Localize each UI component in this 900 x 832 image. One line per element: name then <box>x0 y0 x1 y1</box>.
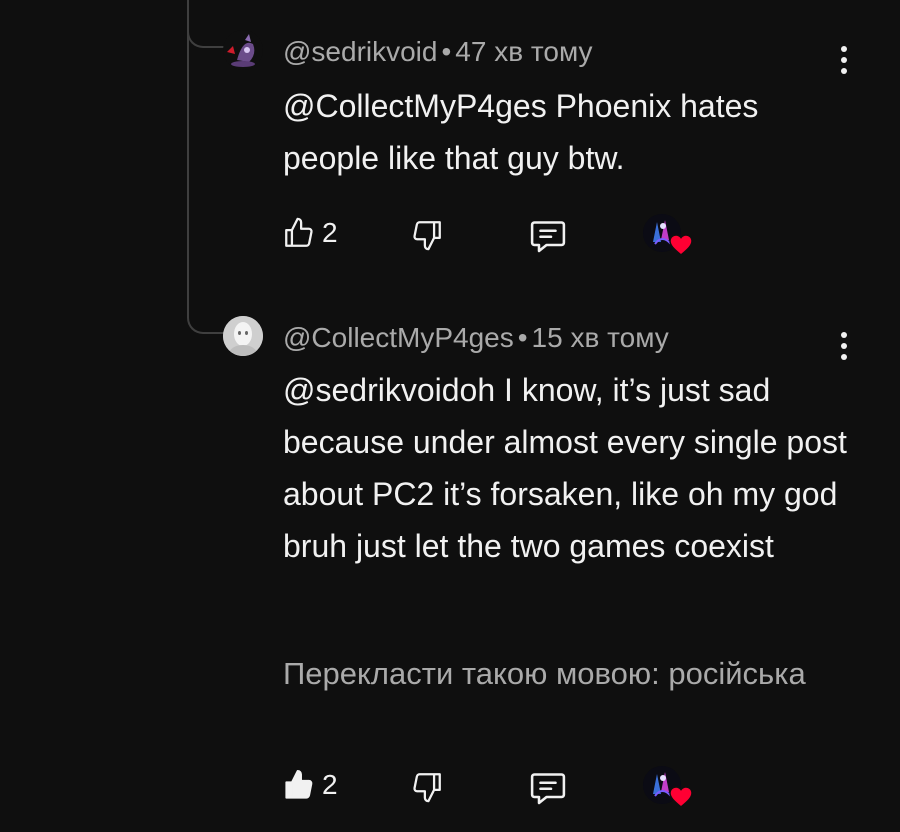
meta-separator: • <box>441 36 452 67</box>
thumb-up-icon <box>285 769 313 799</box>
thread-connector <box>187 316 225 334</box>
avatar[interactable] <box>223 30 263 70</box>
reply-icon <box>530 221 566 253</box>
creator-heart-icon <box>643 214 693 264</box>
translate-link[interactable]: Перекласти такою мовою: російська <box>283 656 893 692</box>
comment-meta: @CollectMyP4ges • 15 хв тому <box>283 322 669 354</box>
like-count: 2 <box>322 769 338 800</box>
meta-separator: • <box>517 322 528 353</box>
thread-connector <box>187 30 225 48</box>
like-count: 2 <box>322 217 338 248</box>
comment-text: @sedrikvoidoh I know, it’s just sad beca… <box>283 372 847 564</box>
creator-heart-icon <box>643 766 693 816</box>
reply-icon <box>530 773 566 805</box>
reply-button[interactable] <box>528 770 568 806</box>
author-name[interactable]: @CollectMyP4ges <box>283 322 514 353</box>
comment-text: @CollectMyP4ges Phoenix hates people lik… <box>283 88 759 176</box>
thumb-down-icon <box>413 773 441 803</box>
like-button[interactable]: 2 <box>282 216 338 250</box>
heart-icon <box>669 786 693 808</box>
thread-line <box>187 0 189 318</box>
timestamp[interactable]: 47 хв тому <box>455 36 592 67</box>
action-bar: 2 <box>0 762 900 812</box>
avatar[interactable] <box>223 316 263 356</box>
reply-button[interactable] <box>528 218 568 254</box>
dislike-button[interactable] <box>410 770 444 804</box>
action-bar: 2 <box>0 210 900 260</box>
comment-meta: @sedrikvoid • 47 хв тому <box>283 36 593 68</box>
more-vertical-icon[interactable] <box>834 326 854 366</box>
thumb-up-icon <box>285 217 313 247</box>
dislike-button[interactable] <box>410 218 444 252</box>
more-vertical-icon[interactable] <box>834 40 854 80</box>
author-name[interactable]: @sedrikvoid <box>283 36 437 67</box>
thumb-down-icon <box>413 221 441 251</box>
timestamp[interactable]: 15 хв тому <box>532 322 669 353</box>
like-button[interactable]: 2 <box>282 768 338 802</box>
heart-icon <box>669 234 693 256</box>
